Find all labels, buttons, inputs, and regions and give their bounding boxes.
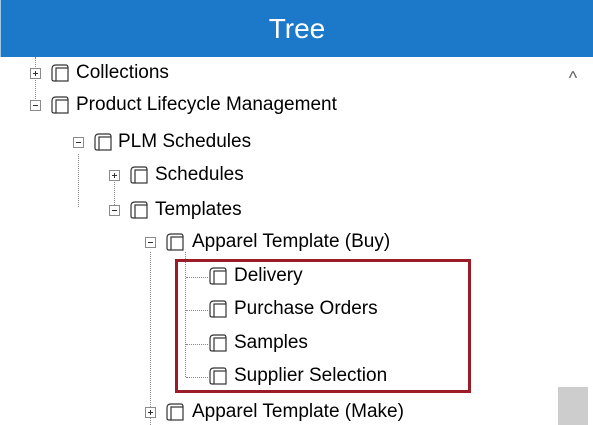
node-icon — [166, 233, 184, 251]
tree-node-apparel-template-make[interactable]: Apparel Template (Make) — [0, 399, 540, 425]
node-icon — [130, 201, 148, 219]
node-icon — [51, 96, 69, 114]
tree-node-product-lifecycle-management[interactable]: Product Lifecycle Management — [0, 92, 540, 122]
node-label[interactable]: Schedules — [155, 163, 244, 187]
expand-icon[interactable] — [145, 407, 156, 418]
expand-icon[interactable] — [109, 170, 120, 181]
node-label[interactable]: PLM Schedules — [118, 130, 251, 154]
tree-node-templates[interactable]: Templates — [0, 197, 540, 227]
node-icon — [166, 403, 184, 421]
node-label[interactable]: Templates — [155, 198, 242, 222]
tree-node-plm-schedules[interactable]: PLM Schedules — [0, 129, 540, 159]
tree-node-apparel-template-buy[interactable]: Apparel Template (Buy) — [0, 229, 540, 259]
node-label[interactable]: Product Lifecycle Management — [76, 93, 337, 117]
node-label[interactable]: Apparel Template (Make) — [192, 400, 404, 424]
node-icon — [130, 166, 148, 184]
expand-icon[interactable] — [30, 68, 41, 79]
collapse-icon[interactable] — [30, 100, 41, 111]
tree-view[interactable]: Collections Product Lifecycle Management… — [0, 57, 593, 425]
scroll-up-arrow-icon[interactable]: ^ — [558, 67, 588, 89]
collapse-icon[interactable] — [73, 137, 84, 148]
node-label[interactable]: Apparel Template (Buy) — [192, 230, 390, 254]
tree-node-schedules[interactable]: Schedules — [0, 162, 540, 192]
node-icon — [51, 64, 69, 82]
tree-node-collections[interactable]: Collections — [0, 60, 540, 90]
node-icon — [94, 133, 112, 151]
collapse-icon[interactable] — [109, 205, 120, 216]
collapse-icon[interactable] — [145, 237, 156, 248]
scrollbar-track[interactable] — [558, 93, 588, 425]
scrollbar-thumb[interactable] — [558, 387, 588, 425]
node-label[interactable]: Collections — [76, 61, 169, 85]
highlight-annotation — [175, 259, 471, 393]
panel-title: Tree — [0, 0, 593, 57]
